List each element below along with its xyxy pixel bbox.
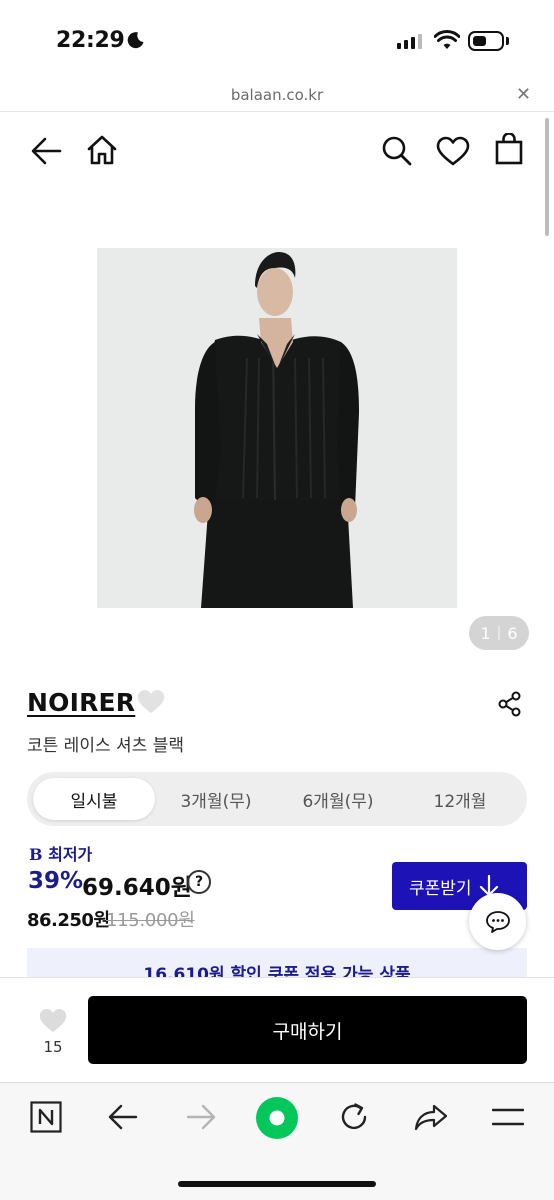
menu-icon[interactable]: [492, 1107, 524, 1127]
product-image[interactable]: [97, 248, 457, 608]
tab-lump-sum[interactable]: 일시불: [33, 778, 155, 820]
back-icon[interactable]: [108, 1103, 138, 1131]
chat-bubble-icon: [485, 910, 510, 933]
signal-icon: [397, 34, 422, 49]
share-icon[interactable]: [498, 691, 522, 717]
best-price-label: B 최저가: [29, 841, 92, 865]
image-counter-total: 6: [507, 623, 518, 643]
home-icon[interactable]: [86, 134, 118, 166]
back-arrow-icon[interactable]: [30, 136, 62, 166]
tab-6-months[interactable]: 6개월(무): [277, 772, 399, 826]
status-time: 22:29: [56, 28, 125, 53]
coupon-banner[interactable]: 16.610원 할인 쿠폰 적용 가능 상품: [27, 948, 527, 978]
original-price: 115.000원: [106, 910, 195, 931]
product-name: 코튼 레이스 셔츠 블랙: [27, 736, 184, 756]
price-help-icon[interactable]: ?: [187, 870, 211, 894]
coupon-button-label: 쿠폰받기: [409, 878, 472, 899]
model-figure: [97, 248, 457, 608]
like-heart-icon[interactable]: [38, 1007, 68, 1034]
share-arrow-icon[interactable]: [414, 1103, 448, 1131]
member-price: 86.250원: [27, 910, 110, 931]
wifi-icon: [434, 30, 460, 49]
brand-like-heart-icon[interactable]: [136, 688, 166, 715]
refresh-icon[interactable]: [338, 1101, 370, 1133]
chat-button[interactable]: [469, 893, 526, 950]
brand-name[interactable]: NOIRER: [27, 688, 135, 717]
moon-icon: [127, 32, 144, 49]
balaan-b-icon: B: [29, 845, 43, 864]
discount-rate: 39%: [28, 868, 84, 894]
home-indicator[interactable]: [178, 1181, 376, 1187]
naver-n-icon[interactable]: [30, 1101, 62, 1133]
tab-12-months[interactable]: 12개월: [399, 772, 521, 826]
like-count: 15: [43, 1038, 63, 1056]
image-counter-current: 1: [480, 623, 491, 643]
tab-3-months[interactable]: 3개월(무): [155, 772, 277, 826]
url-text[interactable]: balaan.co.kr: [0, 86, 554, 104]
forward-icon[interactable]: [186, 1103, 216, 1131]
green-dot-icon[interactable]: [255, 1096, 299, 1140]
battery-cap: [506, 37, 509, 45]
best-price-text: 최저가: [48, 845, 93, 864]
image-counter: 1 | 6: [469, 616, 529, 650]
installment-tabs: 일시불 3개월(무) 6개월(무) 12개월: [27, 772, 527, 826]
shopping-bag-icon[interactable]: [495, 133, 523, 165]
coupon-banner-text: 16.610원 할인 쿠폰 적용 가능 상품: [143, 965, 411, 978]
buy-button[interactable]: 구매하기: [88, 996, 527, 1064]
heart-icon[interactable]: [436, 136, 470, 166]
image-counter-separator: |: [496, 625, 502, 641]
sale-price: 69.640원: [82, 875, 192, 901]
close-icon[interactable]: ✕: [516, 84, 531, 105]
scrollbar[interactable]: [545, 118, 549, 236]
battery-icon: [468, 31, 504, 51]
search-icon[interactable]: [381, 135, 413, 167]
